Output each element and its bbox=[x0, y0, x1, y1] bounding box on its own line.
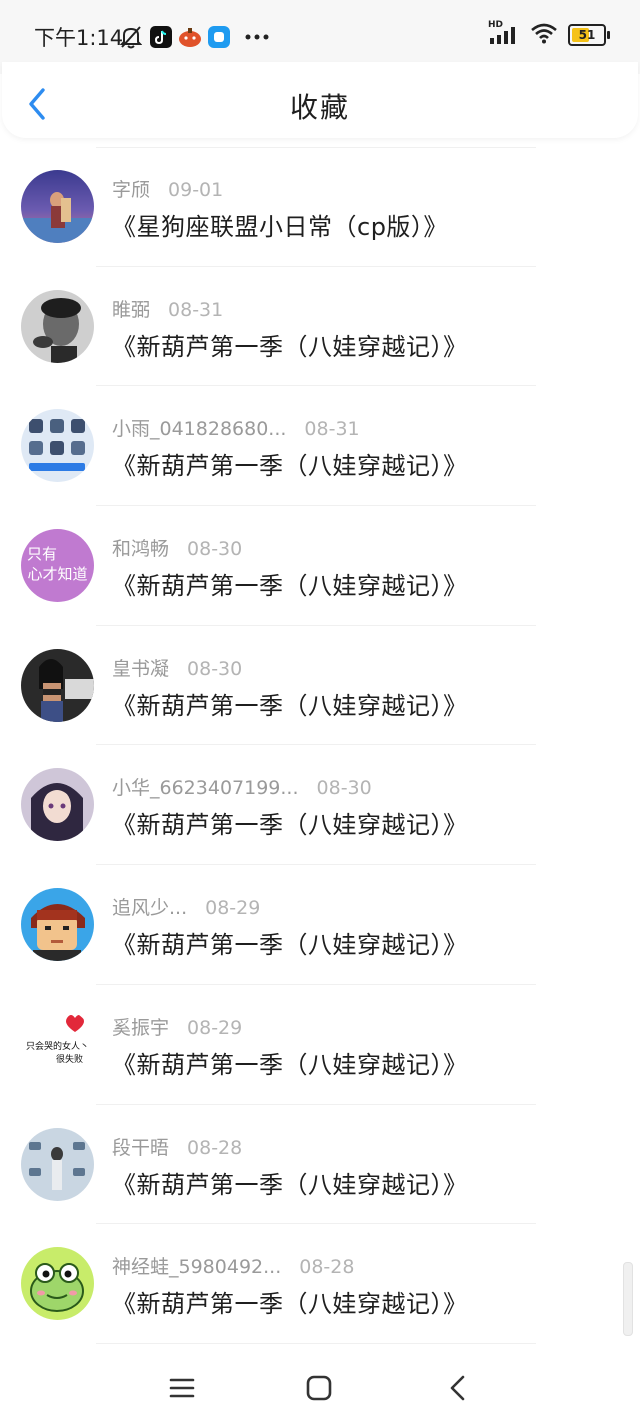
author-name[interactable]: 段干晤 bbox=[112, 1133, 169, 1160]
item-meta: 小华_6623407199... 08-30 bbox=[112, 773, 372, 800]
list-item[interactable]: 神经蛙_5980492... 08-28 《新葫芦第一季（八娃穿越记）》 bbox=[0, 1224, 640, 1344]
page-title: 收藏 bbox=[289, 91, 350, 124]
scrollbar[interactable] bbox=[623, 1262, 633, 1336]
favorite-date: 08-31 bbox=[304, 418, 360, 441]
favorite-date: 08-28 bbox=[187, 1136, 243, 1159]
avatar[interactable] bbox=[21, 888, 94, 962]
home-square-icon bbox=[306, 1375, 332, 1401]
item-meta: 小雨_041828680... 08-31 bbox=[112, 414, 360, 441]
item-title[interactable]: 《新葫芦第一季（八娃穿越记）》 bbox=[112, 686, 468, 721]
item-title[interactable]: 《新葫芦第一季（八娃穿越记）》 bbox=[112, 1284, 468, 1319]
battery-icon: 51 bbox=[568, 24, 610, 46]
avatar-text-line: 很失败 bbox=[55, 1054, 83, 1065]
header: 收藏 bbox=[2, 62, 638, 138]
author-name[interactable]: 神经蛙_5980492... bbox=[112, 1252, 281, 1279]
author-name[interactable]: 皇书凝 bbox=[112, 654, 169, 681]
avatar[interactable] bbox=[21, 768, 94, 842]
blue-app-icon bbox=[208, 24, 230, 50]
back-triangle-icon bbox=[450, 1375, 465, 1401]
item-title[interactable]: 《新葫芦第一季（八娃穿越记）》 bbox=[112, 1045, 468, 1080]
item-meta: 段干晤 08-28 bbox=[112, 1133, 242, 1160]
item-meta: 和鸿畅 08-30 bbox=[112, 534, 242, 561]
item-title[interactable]: 《新葫芦第一季（八娃穿越记）》 bbox=[112, 446, 468, 481]
home-button[interactable] bbox=[299, 1368, 339, 1408]
item-meta: 神经蛙_5980492... 08-28 bbox=[112, 1252, 354, 1279]
divider bbox=[96, 1342, 536, 1344]
item-title[interactable]: 《新葫芦第一季（八娃穿越记）》 bbox=[112, 1165, 468, 1200]
favorite-date: 08-31 bbox=[168, 298, 224, 321]
favorite-date: 09-01 bbox=[168, 179, 224, 201]
author-name[interactable]: 追风少... bbox=[112, 893, 187, 920]
favorite-date: 08-29 bbox=[205, 897, 261, 920]
list-item[interactable]: 睢弼 08-31 《新葫芦第一季（八娃穿越记）》 bbox=[0, 267, 640, 387]
avatar-text-line: 只有 bbox=[27, 545, 58, 564]
item-meta: 皇书凝 08-30 bbox=[112, 654, 242, 681]
favorite-date: 08-29 bbox=[187, 1016, 243, 1039]
avatar-text: 只会哭的女人丶 很失败 bbox=[21, 1041, 94, 1067]
avatar-text-line: 心才知道 bbox=[27, 565, 88, 584]
item-title[interactable]: 《星狗座联盟小日常（cp版）》 bbox=[112, 207, 448, 242]
author-name[interactable]: 睢弼 bbox=[112, 295, 150, 322]
status-right-group: HD 51 bbox=[488, 20, 610, 48]
avatar[interactable] bbox=[21, 1247, 94, 1321]
favorites-list: 字颀 09-01 《星狗座联盟小日常（cp版）》 睢弼 08-31 《新葫芦第一季（… bbox=[0, 147, 640, 1344]
battery-text: 51 bbox=[578, 28, 596, 42]
avatar-text: 只有 心才知道 bbox=[21, 544, 94, 584]
avatar[interactable] bbox=[21, 648, 94, 722]
item-meta: 睢弼 08-31 bbox=[112, 295, 223, 322]
list-item[interactable]: 小雨_041828680... 08-31 《新葫芦第一季（八娃穿越记）》 bbox=[0, 386, 640, 507]
system-back-button[interactable] bbox=[438, 1368, 478, 1408]
item-title[interactable]: 《新葫芦第一季（八娃穿越记）》 bbox=[112, 805, 468, 840]
favorite-date: 08-30 bbox=[316, 777, 372, 800]
avatar[interactable] bbox=[21, 170, 94, 243]
author-name[interactable]: 小雨_041828680... bbox=[112, 414, 286, 441]
item-meta: 奚振宇 08-29 bbox=[112, 1013, 242, 1040]
system-nav-bar bbox=[0, 1352, 640, 1422]
item-meta: 字颀 09-01 bbox=[112, 175, 223, 202]
menu-button[interactable] bbox=[162, 1368, 202, 1408]
item-meta: 追风少... 08-29 bbox=[112, 893, 260, 920]
avatar[interactable]: 只会哭的女人丶 很失败 bbox=[21, 1007, 94, 1081]
favorite-date: 08-28 bbox=[299, 1256, 355, 1279]
list-item[interactable]: 皇书凝 08-30 《新葫芦第一季（八娃穿越记）》 bbox=[0, 626, 640, 746]
avatar[interactable]: 只有 心才知道 bbox=[21, 529, 94, 603]
pumpkin-app-icon bbox=[178, 24, 202, 50]
list-item[interactable]: 段干晤 08-28 《新葫芦第一季（八娃穿越记）》 bbox=[0, 1105, 640, 1225]
avatar[interactable] bbox=[21, 1127, 94, 1201]
avatar[interactable] bbox=[21, 289, 94, 363]
list-item[interactable]: 只会哭的女人丶 很失败 奚振宇 08-29 《新葫芦第一季（八娃穿越记）》 bbox=[0, 985, 640, 1105]
avatar-text-line: 只会哭的女人丶 bbox=[25, 1041, 89, 1052]
bell-muted-icon bbox=[120, 24, 142, 50]
item-title[interactable]: 《新葫芦第一季（八娃穿越记）》 bbox=[112, 566, 468, 601]
favorite-date: 08-30 bbox=[187, 657, 243, 680]
signal-icon: HD bbox=[488, 20, 520, 46]
status-time: 下午1:14 bbox=[34, 26, 124, 50]
list-item[interactable]: 小华_6623407199... 08-30 《新葫芦第一季（八娃穿越记）》 bbox=[0, 745, 640, 866]
avatar[interactable] bbox=[21, 409, 94, 483]
item-title[interactable]: 《新葫芦第一季（八娃穿越记）》 bbox=[112, 327, 468, 362]
list-item[interactable]: 追风少... 08-29 《新葫芦第一季（八娃穿越记）》 bbox=[0, 865, 640, 985]
wifi-icon bbox=[530, 22, 558, 48]
battery-tip bbox=[607, 31, 610, 39]
author-name[interactable]: 小华_6623407199... bbox=[112, 773, 299, 800]
author-name[interactable]: 奚振宇 bbox=[112, 1013, 169, 1040]
list-item[interactable]: 只有 心才知道 和鸿畅 08-30 《新葫芦第一季（八娃穿越记）》 bbox=[0, 506, 640, 626]
author-name[interactable]: 字颀 bbox=[112, 175, 150, 202]
list-item[interactable]: 字颀 09-01 《星狗座联盟小日常（cp版）》 bbox=[0, 147, 640, 267]
author-name[interactable]: 和鸿畅 bbox=[112, 534, 169, 561]
favorite-date: 08-30 bbox=[187, 538, 243, 561]
menu-icon bbox=[169, 1378, 195, 1398]
tiktok-icon bbox=[150, 24, 172, 50]
more-dots-icon bbox=[244, 24, 270, 50]
item-title[interactable]: 《新葫芦第一季（八娃穿越记）》 bbox=[112, 925, 468, 960]
